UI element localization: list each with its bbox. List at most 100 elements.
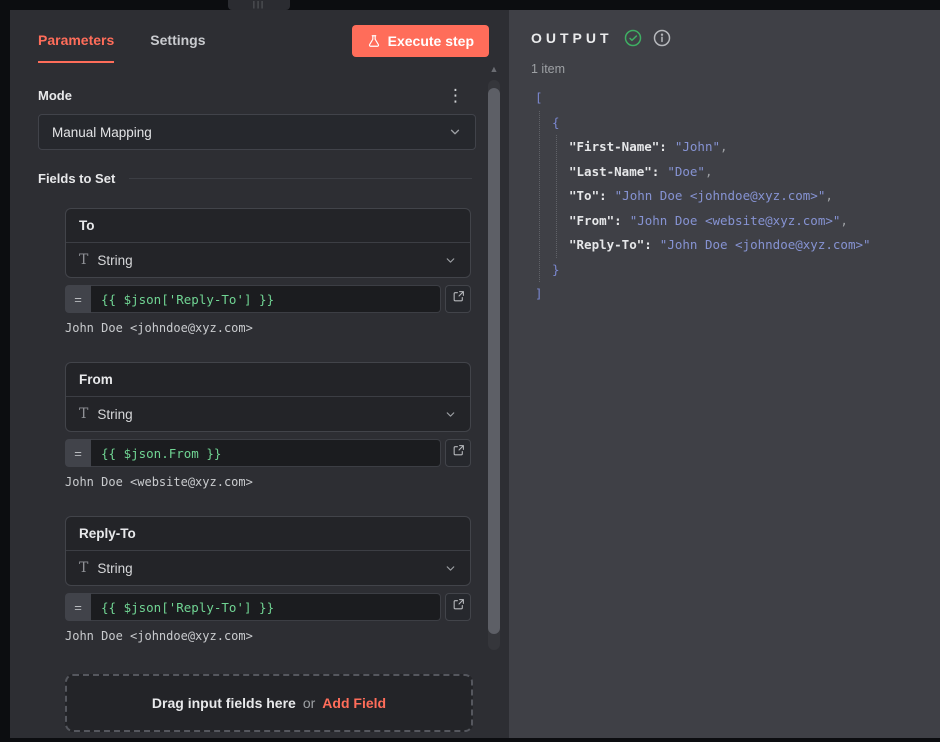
- expression-text: {{ $json['Reply-To'] }}: [101, 600, 274, 615]
- scroll-up-arrow-icon[interactable]: ▲: [487, 62, 501, 78]
- expression-input[interactable]: {{ $json['Reply-To'] }}: [91, 593, 441, 621]
- grip-icon: |||: [253, 1, 265, 9]
- field-card: From T String: [65, 362, 471, 432]
- open-expression-editor-button[interactable]: [445, 593, 471, 621]
- expression-text: {{ $json.From }}: [101, 446, 221, 461]
- expression-row: = {{ $json['Reply-To'] }}: [65, 285, 471, 313]
- expression-equals-toggle[interactable]: =: [65, 439, 91, 467]
- field-type-select[interactable]: T String: [66, 551, 470, 585]
- field-name[interactable]: From: [66, 363, 470, 397]
- string-type-icon: T: [79, 252, 88, 268]
- field-type-value: String: [97, 561, 132, 576]
- json-open-brace: {: [552, 111, 940, 136]
- drag-fields-text: Drag input fields here: [152, 695, 296, 711]
- json-value: "Doe": [667, 164, 705, 179]
- drag-input-fields-area[interactable]: Drag input fields here or Add Field: [65, 674, 473, 732]
- expression-result-preview: John Doe <website@xyz.com>: [65, 475, 471, 490]
- expand-icon: [452, 444, 465, 462]
- json-row: "From": "John Doe <website@xyz.com>",: [569, 209, 940, 234]
- chevron-down-icon: [444, 562, 457, 575]
- fields-section-label: Fields to Set: [38, 171, 115, 186]
- expression-row: = {{ $json.From }}: [65, 439, 471, 467]
- panel-drag-handle[interactable]: |||: [228, 0, 290, 10]
- success-check-icon: [624, 29, 642, 47]
- json-comma: ,: [840, 213, 848, 228]
- json-key: "From":: [569, 213, 622, 228]
- string-type-icon: T: [79, 560, 88, 576]
- json-key: "Last-Name":: [569, 164, 659, 179]
- kebab-menu-icon[interactable]: ⋮: [447, 87, 464, 104]
- tab-parameters[interactable]: Parameters: [38, 32, 114, 63]
- tab-settings[interactable]: Settings: [150, 32, 205, 63]
- open-expression-editor-button[interactable]: [445, 285, 471, 313]
- string-type-icon: T: [79, 406, 88, 422]
- json-value: "John": [675, 139, 720, 154]
- execute-step-label: Execute step: [388, 33, 474, 49]
- panel-header: Parameters Settings Execute step: [10, 10, 509, 72]
- expression-equals-toggle[interactable]: =: [65, 285, 91, 313]
- mode-select[interactable]: Manual Mapping: [38, 114, 476, 150]
- info-icon[interactable]: [653, 29, 671, 47]
- json-comma: ,: [705, 164, 713, 179]
- json-close-bracket: ]: [535, 282, 940, 307]
- item-count: 1 item: [531, 62, 940, 76]
- field-block-to: To T String = {{ $json['Reply-To'] }}: [65, 208, 471, 336]
- expression-input[interactable]: {{ $json.From }}: [91, 439, 441, 467]
- json-open-bracket: [: [535, 86, 940, 111]
- field-block-reply-to: Reply-To T String = {{ $json['Reply-To']…: [65, 516, 471, 644]
- expression-equals-toggle[interactable]: =: [65, 593, 91, 621]
- json-key: "First-Name":: [569, 139, 667, 154]
- or-text: or: [303, 695, 315, 711]
- open-expression-editor-button[interactable]: [445, 439, 471, 467]
- node-details-view: ||| Parameters Settings Execute step Mod…: [0, 0, 940, 742]
- json-object-level: "First-Name":"John", "Last-Name":"Doe", …: [556, 135, 940, 258]
- output-title: OUTPUT: [531, 30, 613, 46]
- json-comma: ,: [720, 139, 728, 154]
- scrollbar: ▲: [487, 62, 501, 650]
- json-key: "Reply-To":: [569, 237, 652, 252]
- json-row: "Reply-To": "John Doe <johndoe@xyz.com>": [569, 233, 940, 258]
- section-divider: [129, 178, 472, 179]
- json-output: [ { "First-Name": "John", "Last-Name": "Do…: [535, 86, 940, 307]
- field-card: To T String: [65, 208, 471, 278]
- field-type-value: String: [97, 407, 132, 422]
- add-field-link[interactable]: Add Field: [322, 695, 386, 711]
- field-name[interactable]: Reply-To: [66, 517, 470, 551]
- field-type-value: String: [97, 253, 132, 268]
- fields-section-header: Fields to Set: [28, 170, 476, 186]
- expression-text: {{ $json['Reply-To'] }}: [101, 292, 274, 307]
- expand-icon: [452, 290, 465, 308]
- mode-row: Mode ⋮: [28, 86, 476, 104]
- json-key: "To":: [569, 188, 607, 203]
- json-value: "John Doe <website@xyz.com>": [630, 213, 841, 228]
- flask-icon: [367, 34, 381, 48]
- expand-icon: [452, 598, 465, 616]
- chevron-down-icon: [448, 125, 462, 139]
- scrollbar-thumb[interactable]: [488, 88, 500, 634]
- expression-result-preview: John Doe <johndoe@xyz.com>: [65, 321, 471, 336]
- expression-input[interactable]: {{ $json['Reply-To'] }}: [91, 285, 441, 313]
- field-card: Reply-To T String: [65, 516, 471, 586]
- execute-step-button[interactable]: Execute step: [352, 25, 489, 57]
- output-panel: OUTPUT 1 item [ { "First-Name": "John", "…: [509, 10, 940, 738]
- mode-label: Mode: [38, 88, 72, 103]
- mode-select-value: Manual Mapping: [52, 125, 152, 140]
- field-type-select[interactable]: T String: [66, 243, 470, 277]
- json-row: "To": "John Doe <johndoe@xyz.com>",: [569, 184, 940, 209]
- field-name[interactable]: To: [66, 209, 470, 243]
- json-row: "First-Name": "John",: [569, 135, 940, 160]
- output-header: OUTPUT: [509, 10, 940, 47]
- field-type-select[interactable]: T String: [66, 397, 470, 431]
- field-block-from: From T String = {{ $json.From }}: [65, 362, 471, 490]
- json-value: "John Doe <johndoe@xyz.com>": [615, 188, 826, 203]
- json-comma: ,: [825, 188, 833, 203]
- expression-result-preview: John Doe <johndoe@xyz.com>: [65, 629, 471, 644]
- chevron-down-icon: [444, 408, 457, 421]
- expression-row: = {{ $json['Reply-To'] }}: [65, 593, 471, 621]
- top-drag-bar: |||: [0, 0, 940, 10]
- parameters-content: Mode ⋮ Manual Mapping Fields to Set To T: [28, 72, 476, 732]
- json-row: "Last-Name": "Doe",: [569, 160, 940, 185]
- json-value: "John Doe <johndoe@xyz.com>": [660, 237, 871, 252]
- chevron-down-icon: [444, 254, 457, 267]
- json-array-level: { "First-Name": "John", "Last-Name": "Doe"…: [539, 111, 940, 283]
